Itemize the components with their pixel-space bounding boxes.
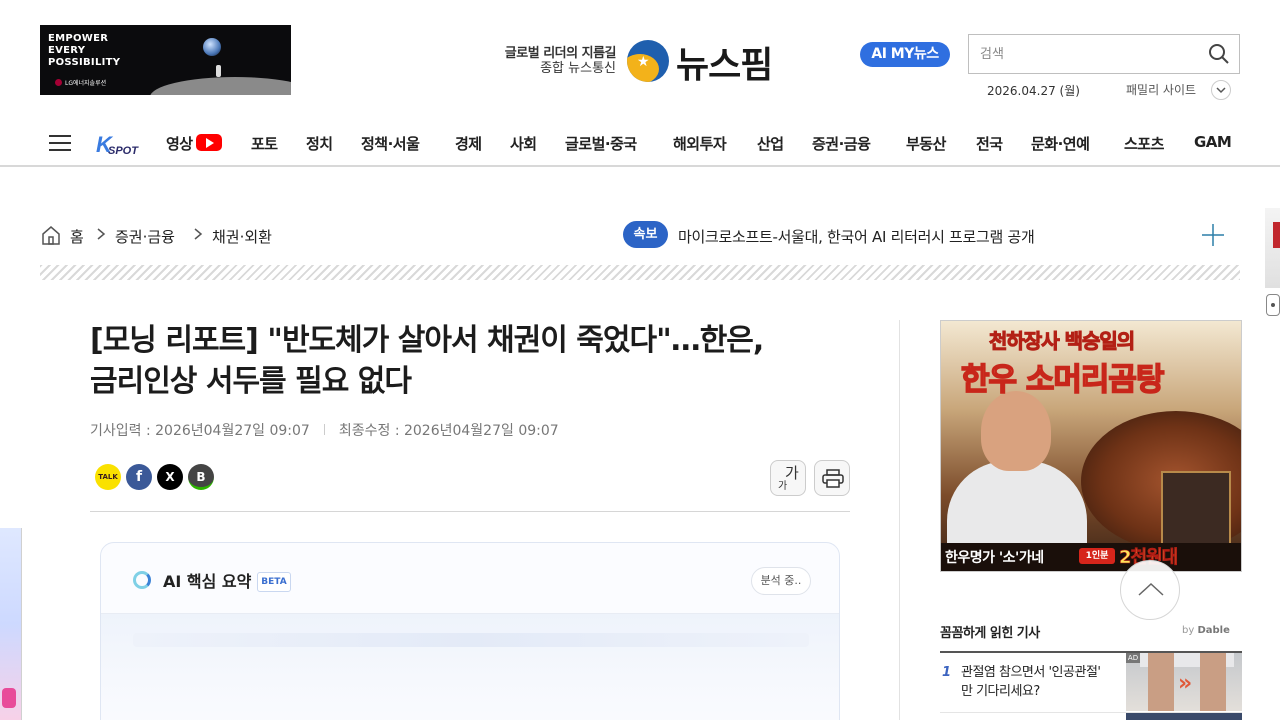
moon-surface-illustration	[150, 77, 291, 95]
ai-summary-body	[101, 613, 839, 720]
product-pack-image	[1161, 471, 1231, 551]
search-icon[interactable]	[1208, 43, 1230, 65]
family-site-label[interactable]: 패밀리 사이트	[1126, 81, 1196, 98]
article-title-line-1: [모닝 리포트] "반도체가 살아서 채권이 죽었다"…한은,	[90, 323, 764, 358]
kakaotalk-share-icon[interactable]: TALK	[95, 464, 121, 490]
article-title: [모닝 리포트] "반도체가 살아서 채권이 죽었다"…한은, 금리인상 서두를…	[90, 320, 860, 402]
right-wing-ad[interactable]	[1265, 208, 1280, 288]
dable-logo: Dable	[1197, 625, 1230, 636]
loading-spinner-icon	[133, 571, 151, 589]
nav-item-global-china[interactable]: 글로벌·중국	[565, 133, 637, 154]
svg-text:SPOT: SPOT	[108, 145, 139, 157]
printer-icon	[822, 469, 844, 488]
ai-my-news-button[interactable]: AI MY뉴스	[860, 42, 950, 67]
ad-strip-badge: 1인분	[1079, 548, 1115, 564]
recommend-heading: 꼼꼼하게 읽힌 기사	[940, 626, 1040, 641]
kspot-logo[interactable]: K SPOT	[94, 130, 142, 158]
nav-item-society[interactable]: 사회	[510, 133, 537, 154]
ai-summary-title: AI 핵심 요약	[163, 572, 252, 591]
print-button[interactable]	[814, 460, 850, 496]
nav-item-video[interactable]: 영상	[166, 133, 222, 154]
recommend-by-label: by	[1182, 625, 1195, 636]
recommend-thumbnail-next	[1126, 713, 1242, 720]
facebook-share-icon[interactable]: f	[126, 464, 152, 490]
plus-icon[interactable]	[1202, 224, 1224, 246]
blog-share-icon[interactable]: B	[188, 464, 214, 490]
ad-headline-1: 천하장사 백승일의	[988, 329, 1135, 354]
nav-item-securities-finance[interactable]: 증권·금융	[812, 133, 871, 154]
nav-item-culture-entertainment[interactable]: 문화·연예	[1031, 133, 1090, 154]
ad-headline-2: 한우 소머리곰탕	[960, 361, 1165, 399]
chevron-up-icon	[1138, 582, 1164, 596]
nav-item-policy-seoul[interactable]: 정책·서울	[361, 133, 420, 154]
recommend-rank: 1	[942, 665, 952, 680]
modified-time: 최종수정 : 2026년04월27일 09:07	[338, 423, 559, 439]
article-header-divider	[90, 511, 850, 512]
nav-item-overseas-investment[interactable]: 해외투자	[673, 133, 727, 154]
chevron-right-icon	[97, 228, 106, 240]
article-title-line-2: 금리인상 서두를 필요 없다	[90, 364, 412, 399]
ad-label: AD	[1126, 653, 1140, 663]
slogan-line-2: 종합 뉴스통신	[540, 61, 616, 76]
search-box	[968, 34, 1240, 74]
analysis-status-button[interactable]: 분석 중..	[751, 567, 811, 595]
thumbnail-leg	[1200, 653, 1226, 711]
nav-item-politics[interactable]: 정치	[306, 133, 333, 154]
family-site-toggle[interactable]	[1211, 80, 1231, 100]
recommend-title: 관절염 참으면서 '인공관절' 만 기다리세요?	[961, 665, 1101, 699]
nav-item-photo[interactable]: 포토	[251, 133, 278, 154]
left-wing-ad[interactable]	[0, 528, 22, 720]
font-size-small-glyph: 가	[778, 481, 788, 492]
meta-divider	[323, 424, 325, 435]
home-icon[interactable]	[40, 224, 62, 246]
youtube-icon	[195, 134, 222, 151]
search-input[interactable]	[970, 36, 1200, 72]
hatch-divider	[40, 265, 1240, 280]
page: EMPOWER EVERY POSSIBILITY LG에너지솔루션 글로벌 리…	[0, 0, 1280, 720]
breaking-news-badge: 속보	[623, 221, 668, 248]
scroll-to-top-button[interactable]	[1120, 560, 1180, 620]
top-banner-ad[interactable]: EMPOWER EVERY POSSIBILITY LG에너지솔루션	[40, 25, 291, 95]
right-wing-ad-control[interactable]	[1266, 294, 1280, 316]
thumbnail-leg	[1148, 653, 1174, 711]
ad-strip-text: 한우명가 '소'가네	[945, 550, 1044, 566]
nav-item-gam[interactable]: GAM	[1194, 133, 1232, 151]
main-nav: K SPOT 영상 포토 정치 정책·서울 경제 사회 글로벌·중국 해외투자 …	[0, 120, 1280, 167]
x-share-icon[interactable]: X	[157, 464, 183, 490]
ad-copy: EMPOWER EVERY POSSIBILITY	[48, 33, 121, 68]
menu-icon[interactable]	[49, 135, 71, 151]
breadcrumb-level1[interactable]: 증권·금융	[115, 226, 175, 247]
site-logo[interactable]: 뉴스핌	[676, 36, 773, 88]
font-size-button[interactable]: 가 가	[770, 460, 806, 496]
loading-placeholder-bar	[133, 633, 809, 647]
breaking-news-headline[interactable]: 마이크로소프트-서울대, 한국어 AI 리터러시 프로그램 공개	[678, 226, 1035, 247]
newspim-logo-icon[interactable]	[627, 40, 669, 82]
earth-illustration	[203, 38, 221, 56]
nav-item-industry[interactable]: 산업	[757, 133, 784, 154]
astronaut-illustration	[216, 65, 221, 77]
current-date: 2026.04.27 (월)	[987, 84, 1080, 98]
nav-item-economy[interactable]: 경제	[455, 133, 482, 154]
recommend-thumbnail: » AD	[1126, 653, 1242, 711]
nav-item-real-estate[interactable]: 부동산	[906, 133, 946, 154]
ai-summary-panel: AI 핵심 요약 BETA 분석 중..	[100, 542, 840, 720]
beta-badge: BETA	[257, 572, 291, 592]
nav-item-sports[interactable]: 스포츠	[1124, 133, 1164, 154]
recommend-provider[interactable]: by Dable	[1182, 625, 1230, 636]
model-face-image	[981, 391, 1051, 471]
ad-brand: LG에너지솔루션	[55, 78, 106, 87]
article-meta: 기사입력 : 2026년04월27일 09:07 최종수정 : 2026년04월2…	[90, 420, 559, 440]
site-slogan: 글로벌 리더의 지름길 종합 뉴스통신	[500, 46, 617, 76]
published-time: 기사입력 : 2026년04월27일 09:07	[90, 423, 310, 439]
recommend-item[interactable]: 1 관절염 참으면서 '인공관절' 만 기다리세요? » AD	[940, 653, 1242, 713]
sidebar-ad[interactable]: 천하장사 백승일의 한우 소머리곰탕 한우명가 '소'가네 1인분 2천원대	[940, 320, 1242, 572]
slogan-line-1: 글로벌 리더의 지름길	[504, 46, 617, 61]
nav-item-regional[interactable]: 전국	[976, 133, 1003, 154]
double-chevron-right-icon: »	[1178, 671, 1193, 696]
breadcrumb-home[interactable]: 홈	[70, 226, 84, 247]
chevron-right-icon	[194, 228, 203, 240]
breadcrumb-level2[interactable]: 채권·외환	[212, 226, 272, 247]
column-divider	[899, 320, 900, 720]
chevron-down-icon	[1216, 87, 1226, 94]
